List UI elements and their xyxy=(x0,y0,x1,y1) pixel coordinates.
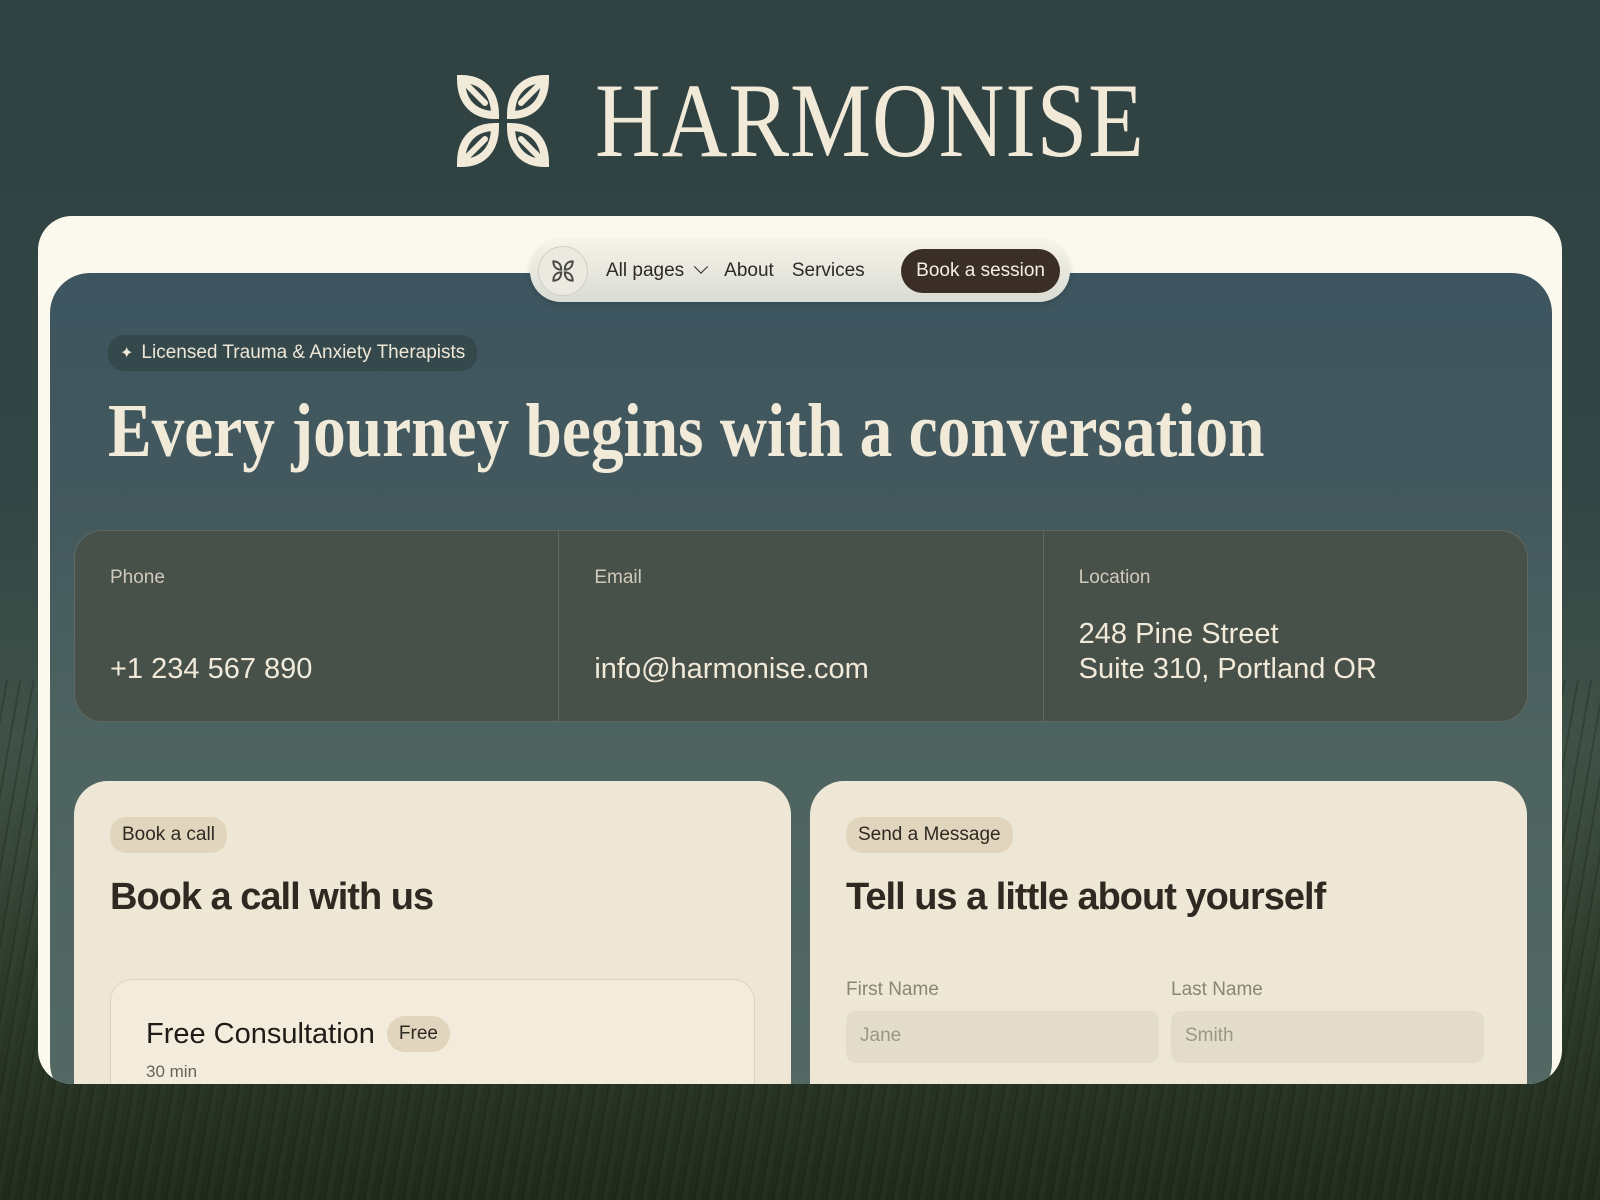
contact-email: Email info@harmonise.com xyxy=(559,531,1044,721)
email-link[interactable]: info@harmonise.com xyxy=(594,652,868,687)
nav-item-about[interactable]: About xyxy=(724,260,774,282)
nav-logo[interactable] xyxy=(538,246,588,296)
leaf-logo-icon xyxy=(552,260,574,282)
consultation-title: Free Consultation xyxy=(146,1017,375,1050)
contact-phone: Phone +1 234 567 890 xyxy=(75,531,560,721)
contact-label: Location xyxy=(1078,567,1151,588)
nav-item-label: Services xyxy=(791,260,865,281)
message-card-title: Tell us a little about yourself xyxy=(846,876,1326,918)
hero-headline: Every journey begins with a conversation xyxy=(108,389,1265,473)
nav-item-services[interactable]: Services xyxy=(792,260,865,282)
last-name-label: Last Name xyxy=(1171,979,1263,1000)
contact-label: Email xyxy=(594,567,642,588)
send-message-card: Send a Message Tell us a little about yo… xyxy=(810,781,1527,1084)
contact-label: Phone xyxy=(110,567,165,588)
top-nav: All pages About Services Book a session xyxy=(530,240,1070,302)
consultation-duration: 30 min xyxy=(146,1062,198,1081)
first-name-field[interactable]: Jane xyxy=(846,1011,1159,1063)
free-consultation-option[interactable]: Free Consultation Free 30 min xyxy=(110,979,755,1084)
site-frame: All pages About Services Book a session … xyxy=(38,216,1562,1084)
consultation-title-row: Free Consultation Free xyxy=(146,1016,450,1052)
licensed-badge: ✦ Licensed Trauma & Anxiety Therapists xyxy=(108,335,478,371)
book-session-button[interactable]: Book a session xyxy=(901,249,1060,293)
send-message-pill: Send a Message xyxy=(846,817,1013,853)
badge-text: Licensed Trauma & Anxiety Therapists xyxy=(141,342,466,363)
nav-item-label: About xyxy=(724,260,774,281)
nav-item-all-pages[interactable]: All pages xyxy=(606,259,709,282)
contact-location: Location 248 Pine Street Suite 310, Port… xyxy=(1044,531,1527,721)
phone-number-link[interactable]: +1 234 567 890 xyxy=(110,652,312,687)
address-line-1: 248 Pine Street xyxy=(1078,618,1279,650)
free-badge: Free xyxy=(386,1016,450,1052)
book-call-title: Book a call with us xyxy=(110,876,434,918)
brand-header: HARMONISE xyxy=(0,68,1600,174)
first-name-label: First Name xyxy=(846,979,939,1000)
sparkle-icon: ✦ xyxy=(120,345,134,362)
contact-info-panel: Phone +1 234 567 890 Email info@harmonis… xyxy=(74,530,1528,722)
brand-name: HARMONISE xyxy=(595,62,1146,179)
last-name-field[interactable]: Smith xyxy=(1171,1011,1484,1063)
chevron-down-icon xyxy=(694,259,709,274)
leaf-logo-icon xyxy=(457,74,550,168)
hero-section: ✦ Licensed Trauma & Anxiety Therapists E… xyxy=(50,273,1552,1084)
book-call-card: Book a call Book a call with us Free Con… xyxy=(74,781,791,1084)
book-call-pill: Book a call xyxy=(110,817,227,853)
address-line-2: Suite 310, Portland OR xyxy=(1078,653,1377,685)
nav-item-label: All pages xyxy=(606,260,685,281)
address-text: 248 Pine Street Suite 310, Portland OR xyxy=(1079,617,1377,687)
